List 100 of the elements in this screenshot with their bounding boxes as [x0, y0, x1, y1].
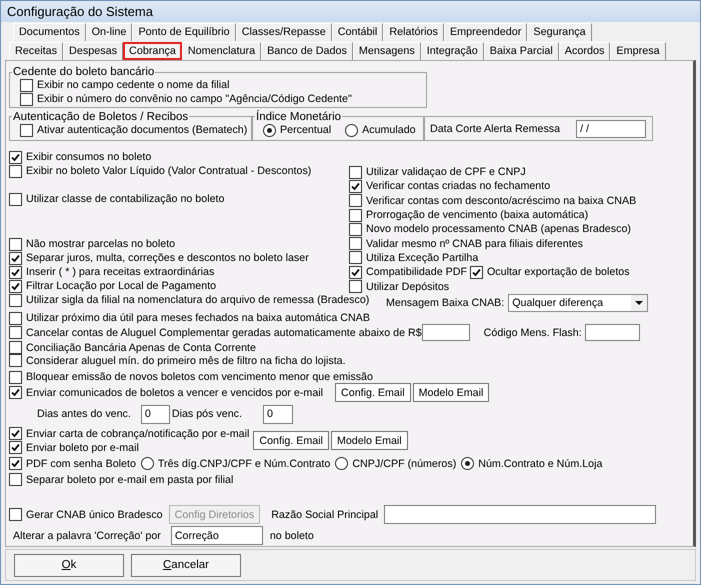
checkbox-label: PDF com senha Boleto	[26, 458, 136, 470]
company-name-field[interactable]	[384, 505, 656, 524]
radio-label: Percentual	[280, 124, 332, 136]
checkbox-label: Utilizar próximo dia útil para meses fechados na baixa automática CNAB	[26, 312, 370, 324]
field-label: no boleto	[270, 530, 314, 542]
replacement-field[interactable]: Correção	[170, 526, 263, 546]
field-label: Alterar a palavra 'Correção' por	[13, 530, 161, 542]
checkbox[interactable]	[9, 354, 22, 368]
field-label: Código Mens. Flash:	[484, 326, 582, 339]
checkbox[interactable]	[20, 78, 33, 92]
checkbox[interactable]	[9, 164, 22, 178]
checkbox-label: Enviar carta de cobrança/notificação por e-mail	[26, 428, 250, 440]
days-field[interactable]: 0	[140, 404, 170, 424]
tab[interactable]: Integração	[420, 42, 484, 60]
checkbox[interactable]	[9, 457, 22, 470]
checkbox[interactable]	[9, 508, 22, 522]
tab[interactable]: Classes/Repasse	[236, 23, 332, 41]
checkbox[interactable]	[9, 386, 22, 400]
checkbox-label: Conciliação Bancária Apenas de Conta Corrente	[26, 342, 256, 354]
tab[interactable]: Segurança	[527, 23, 592, 41]
checkbox[interactable]	[9, 312, 22, 325]
group-title: Índice Monetário	[255, 110, 342, 122]
tab[interactable]: Documentos	[13, 23, 86, 41]
checkbox[interactable]	[9, 341, 22, 354]
checkbox[interactable]	[9, 441, 22, 454]
tab[interactable]: Mensagens	[352, 42, 421, 60]
checkbox-label: Gerar CNAB único Bradesco	[26, 508, 163, 521]
checkbox[interactable]	[9, 252, 22, 264]
checkbox-label: Exibir no boleto Valor Líquido (Valor Contratual - Descontos)	[26, 165, 312, 177]
message-dropdown[interactable]: Qualquer diferença	[508, 294, 648, 312]
checkbox[interactable]	[9, 280, 22, 292]
dialog-button[interactable]: Ok	[14, 554, 124, 576]
checkbox-label: Cancelar contas de Aluguel Complementar geradas automaticamente abaixo de R$	[26, 326, 422, 339]
checkbox[interactable]	[9, 238, 22, 250]
email-button[interactable]: Config. Email	[253, 431, 329, 450]
checkbox-label: Exibir consumos no boleto	[26, 151, 152, 163]
date-field[interactable]: / /	[576, 120, 646, 138]
checkbox-label: Enviar boleto por e-mail	[26, 442, 139, 454]
tab[interactable]: Empreendedor	[444, 23, 528, 41]
radio-label: CNPJ/CPF (números)	[352, 458, 456, 470]
amount-field[interactable]	[422, 324, 470, 342]
tab[interactable]: Banco de Dados	[261, 42, 353, 60]
checkbox-label: Verificar contas criadas no fechamento	[366, 180, 550, 192]
checkbox[interactable]	[20, 124, 33, 136]
radio-button[interactable]	[263, 124, 276, 136]
field-label: Dias antes do venc.	[37, 408, 131, 420]
checkbox-label: Separar boleto por e-mail em pasta por filial	[26, 474, 234, 486]
checkbox-label: Compatibilidade PDF	[366, 266, 467, 278]
checkbox[interactable]	[20, 92, 33, 106]
tab[interactable]: Despesas	[63, 42, 124, 60]
tab[interactable]: Relatórios	[383, 23, 444, 41]
checkbox[interactable]	[9, 192, 22, 206]
checkbox-label: Utilizar validaçao de CPF e CNPJ	[366, 166, 526, 178]
checkbox[interactable]	[349, 251, 362, 264]
radio-button[interactable]	[140, 457, 154, 470]
checkbox[interactable]	[9, 370, 22, 384]
checkbox-label: Utilizar classe de contabilização no boleto	[26, 193, 224, 205]
email-button[interactable]: Modelo Email	[412, 383, 490, 402]
checkbox[interactable]	[9, 294, 22, 306]
checkbox-label: Bloquear emissão de novos boletos com vencimento menor que emissão	[26, 371, 373, 384]
checkbox[interactable]	[9, 427, 22, 440]
checkbox[interactable]	[349, 180, 362, 193]
group-title: Cedente do boleto bancário	[12, 66, 156, 78]
days-field[interactable]: 0	[262, 404, 293, 424]
checkbox-label: Ocultar exportação de boletos	[486, 266, 630, 278]
radio-button[interactable]	[335, 457, 348, 470]
tab[interactable]: On-line	[86, 23, 132, 41]
checkbox-label: Exibir no campo cedente o nome da filial	[37, 79, 230, 91]
radio-button[interactable]	[345, 124, 358, 136]
tab[interactable]: Nomenclatura	[182, 42, 262, 60]
checkbox[interactable]	[349, 237, 362, 250]
checkbox[interactable]	[349, 222, 362, 236]
checkbox[interactable]	[9, 266, 22, 278]
dialog-button[interactable]: Cancelar	[131, 554, 241, 576]
checkbox[interactable]	[349, 194, 362, 208]
tab[interactable]: Receitas	[9, 42, 64, 60]
radio-button[interactable]	[461, 457, 474, 470]
flash-code-field[interactable]	[584, 324, 640, 342]
checkbox-label: Exibir o número do convênio no campo "Agência/Código Cedente"	[37, 93, 352, 105]
checkbox[interactable]	[349, 266, 362, 279]
checkbox[interactable]	[349, 280, 362, 294]
tab[interactable]: Ponto de Equilíbrio	[132, 23, 236, 41]
checkbox-label: Separar juros, multa, correções e descontos no boleto laser	[26, 252, 309, 264]
checkbox[interactable]	[470, 266, 483, 279]
email-button[interactable]: Config. Email	[335, 383, 411, 402]
checkbox-label: Não mostrar parcelas no boleto	[26, 238, 176, 250]
tab[interactable]: Cobrança	[123, 42, 182, 60]
checkbox-label: Filtrar Locação por Local de Pagamento	[26, 280, 216, 292]
tab[interactable]: Empresa	[610, 42, 666, 60]
email-button[interactable]: Modelo Email	[330, 431, 408, 450]
tab[interactable]: Contábil	[332, 23, 384, 41]
checkbox-label: Considerar aluguel mín. do primeiro mês de filtro na ficha do lojista.	[26, 354, 346, 367]
checkbox[interactable]	[9, 150, 22, 164]
tab[interactable]: Baixa Parcial	[484, 42, 559, 60]
checkbox[interactable]	[9, 326, 22, 340]
checkbox[interactable]	[9, 473, 22, 486]
checkbox-label: Utiliza Exceção Partilha	[366, 252, 478, 264]
checkbox[interactable]	[349, 208, 362, 222]
tab[interactable]: Acordos	[558, 42, 610, 60]
checkbox[interactable]	[349, 166, 362, 179]
